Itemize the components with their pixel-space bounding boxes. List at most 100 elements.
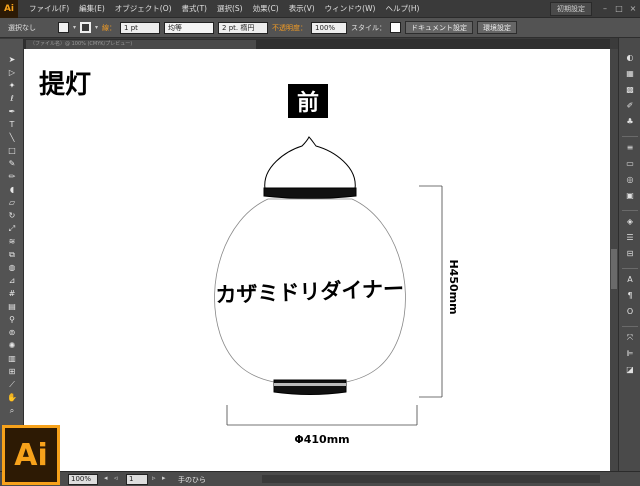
slice-icon[interactable]: ⟋ [5, 380, 19, 389]
vertical-scrollbar[interactable] [610, 49, 618, 471]
horizontal-scrollbar[interactable] [262, 475, 600, 483]
magic-wand-icon[interactable]: ✦ [5, 81, 19, 90]
artboards-icon[interactable]: ⊟ [623, 248, 637, 259]
eyedropper-icon[interactable]: ⚲ [5, 315, 19, 324]
blend-icon[interactable]: ⊚ [5, 328, 19, 337]
rotate-icon[interactable]: ↻ [5, 211, 19, 220]
prev-page-icon[interactable]: ◃ [114, 474, 118, 482]
transform-icon[interactable]: ⤧ [623, 332, 637, 343]
document-tab[interactable]: （ファイル名）@ 100% (CMYK/プレビュー) [26, 40, 256, 49]
lantern-top-cap [264, 136, 356, 190]
illustrator-logo: Ai [2, 425, 60, 485]
artboard-canvas[interactable]: 提灯 前 カザミドリダイナー H450mm Φ410mm [24, 49, 610, 471]
close-button[interactable]: × [626, 4, 640, 13]
swatches-icon[interactable]: ▩ [623, 84, 637, 95]
app-logo: Ai [0, 0, 18, 18]
variable-width-profile[interactable]: 均等 [164, 21, 215, 34]
menu-select[interactable]: 選択(S) [212, 3, 248, 14]
scroll-thumb[interactable] [611, 249, 617, 289]
type-icon[interactable]: T [5, 120, 19, 129]
graph-icon[interactable]: ▥ [5, 354, 19, 363]
character-icon[interactable]: A [623, 274, 637, 285]
current-tool-label: 手のひら [178, 476, 206, 484]
symbol-sprayer-icon[interactable]: ✺ [5, 341, 19, 350]
color-guide-icon[interactable]: ▦ [623, 68, 637, 79]
symbols-icon[interactable]: ♣ [623, 116, 637, 127]
lantern-top-ring [263, 187, 357, 199]
selection-icon[interactable]: ➤ [5, 55, 19, 64]
gradient-icon[interactable]: ▤ [5, 302, 19, 311]
minimize-button[interactable]: – [598, 4, 612, 13]
document-setup-button[interactable]: ドキュメント設定 [405, 21, 474, 34]
style-label: スタイル： [351, 23, 387, 32]
layers-icon[interactable]: ☰ [623, 232, 637, 243]
menu-edit[interactable]: 編集(E) [74, 3, 110, 14]
workspace-switcher[interactable]: 初期設定 [550, 1, 592, 16]
menu-file[interactable]: ファイル(F) [24, 3, 74, 14]
line-icon[interactable]: ╲ [5, 133, 19, 142]
maximize-button[interactable]: □ [612, 4, 626, 13]
transparency-icon[interactable]: ◎ [623, 174, 637, 185]
stroke-swatch[interactable] [80, 22, 92, 33]
warp-icon[interactable]: ≋ [5, 237, 19, 246]
stroke-weight-field[interactable]: 1 pt [120, 21, 161, 34]
preferences-button[interactable]: 環境設定 [477, 21, 518, 34]
chevron-down-icon[interactable]: ▾ [95, 24, 98, 31]
align-icon[interactable]: ⊫ [623, 348, 637, 359]
menu-object[interactable]: オブジェクト(O) [110, 3, 177, 14]
first-page-icon[interactable]: ◂ [104, 474, 108, 482]
menu-help[interactable]: ヘルプ(H) [380, 3, 424, 14]
free-transform-icon[interactable]: ⧉ [5, 250, 19, 259]
opentype-icon[interactable]: O [623, 306, 637, 317]
perspective-icon[interactable]: ⊿ [5, 276, 19, 285]
menu-window[interactable]: ウィンドウ(W) [320, 3, 381, 14]
hand-icon[interactable]: ✋ [5, 393, 19, 402]
control-bar: 選択なし ▾ ▾ 線： 1 pt 均等 2 pt. 楕円 不透明度： 100% … [0, 18, 640, 38]
width-label: Φ410mm [294, 433, 349, 446]
next-page-icon[interactable]: ▹ [152, 474, 156, 482]
fill-swatch[interactable] [58, 22, 69, 33]
zoom-icon[interactable]: ⌕ [5, 406, 19, 415]
graphic-styles-icon[interactable]: ◈ [623, 216, 637, 227]
artboard-icon[interactable]: ⊞ [5, 367, 19, 376]
menu-view[interactable]: 表示(V) [284, 3, 320, 14]
opacity-label[interactable]: 不透明度： [272, 23, 307, 33]
stroke-icon[interactable]: ≡ [623, 142, 637, 153]
menu-effect[interactable]: 効果(C) [248, 3, 284, 14]
brush-definition[interactable]: 2 pt. 楕円 [218, 21, 269, 34]
scale-icon[interactable]: ⤢ [5, 224, 19, 233]
lasso-icon[interactable]: ℓ [5, 94, 19, 103]
width-dimension: Φ410mm [226, 405, 418, 446]
page-field[interactable]: 1 [126, 474, 148, 485]
pathfinder-icon[interactable]: ◪ [623, 364, 637, 375]
eraser-icon[interactable]: ▱ [5, 198, 19, 207]
gradient-panel-icon[interactable]: ▭ [623, 158, 637, 169]
paintbrush-icon[interactable]: ✎ [5, 159, 19, 168]
direct-selection-icon[interactable]: ▷ [5, 68, 19, 77]
brushes-icon[interactable]: ✐ [623, 100, 637, 111]
blob-brush-icon[interactable]: ◖ [5, 185, 19, 194]
mesh-icon[interactable]: # [5, 289, 19, 298]
pen-icon[interactable]: ✒ [5, 107, 19, 116]
height-label: H450mm [447, 259, 460, 314]
paragraph-icon[interactable]: ¶ [623, 290, 637, 301]
zoom-field[interactable]: 100% [68, 474, 98, 485]
lantern-bottom-ring [273, 379, 347, 395]
menu-bar: Ai ファイル(F) 編集(E) オブジェクト(O) 書式(T) 選択(S) 効… [0, 0, 640, 18]
menu-type[interactable]: 書式(T) [177, 3, 212, 14]
artboard-title: 提灯 [39, 70, 91, 100]
panel-dock: ◐ ▦ ▩ ✐ ♣ ≡ ▭ ◎ ▣ ◈ ☰ ⊟ A ¶ O ⤧ ⊫ ◪ [618, 38, 640, 471]
opacity-field[interactable]: 100% [311, 21, 348, 34]
graphic-style-swatch[interactable] [390, 22, 402, 33]
appearance-icon[interactable]: ▣ [623, 190, 637, 201]
artwork: 提灯 前 カザミドリダイナー H450mm Φ410mm [39, 70, 460, 446]
color-icon[interactable]: ◐ [623, 52, 637, 63]
last-page-icon[interactable]: ▸ [162, 474, 166, 482]
shape-builder-icon[interactable]: ◍ [5, 263, 19, 272]
status-bar: 100% ◂ ◃ 1 ▹ ▸ 手のひら [0, 471, 640, 486]
chevron-down-icon[interactable]: ▾ [73, 24, 76, 31]
rectangle-icon[interactable]: □ [5, 146, 19, 155]
height-dimension: H450mm [419, 185, 460, 398]
stroke-label[interactable]: 線： [102, 23, 116, 33]
pencil-icon[interactable]: ✏ [5, 172, 19, 181]
